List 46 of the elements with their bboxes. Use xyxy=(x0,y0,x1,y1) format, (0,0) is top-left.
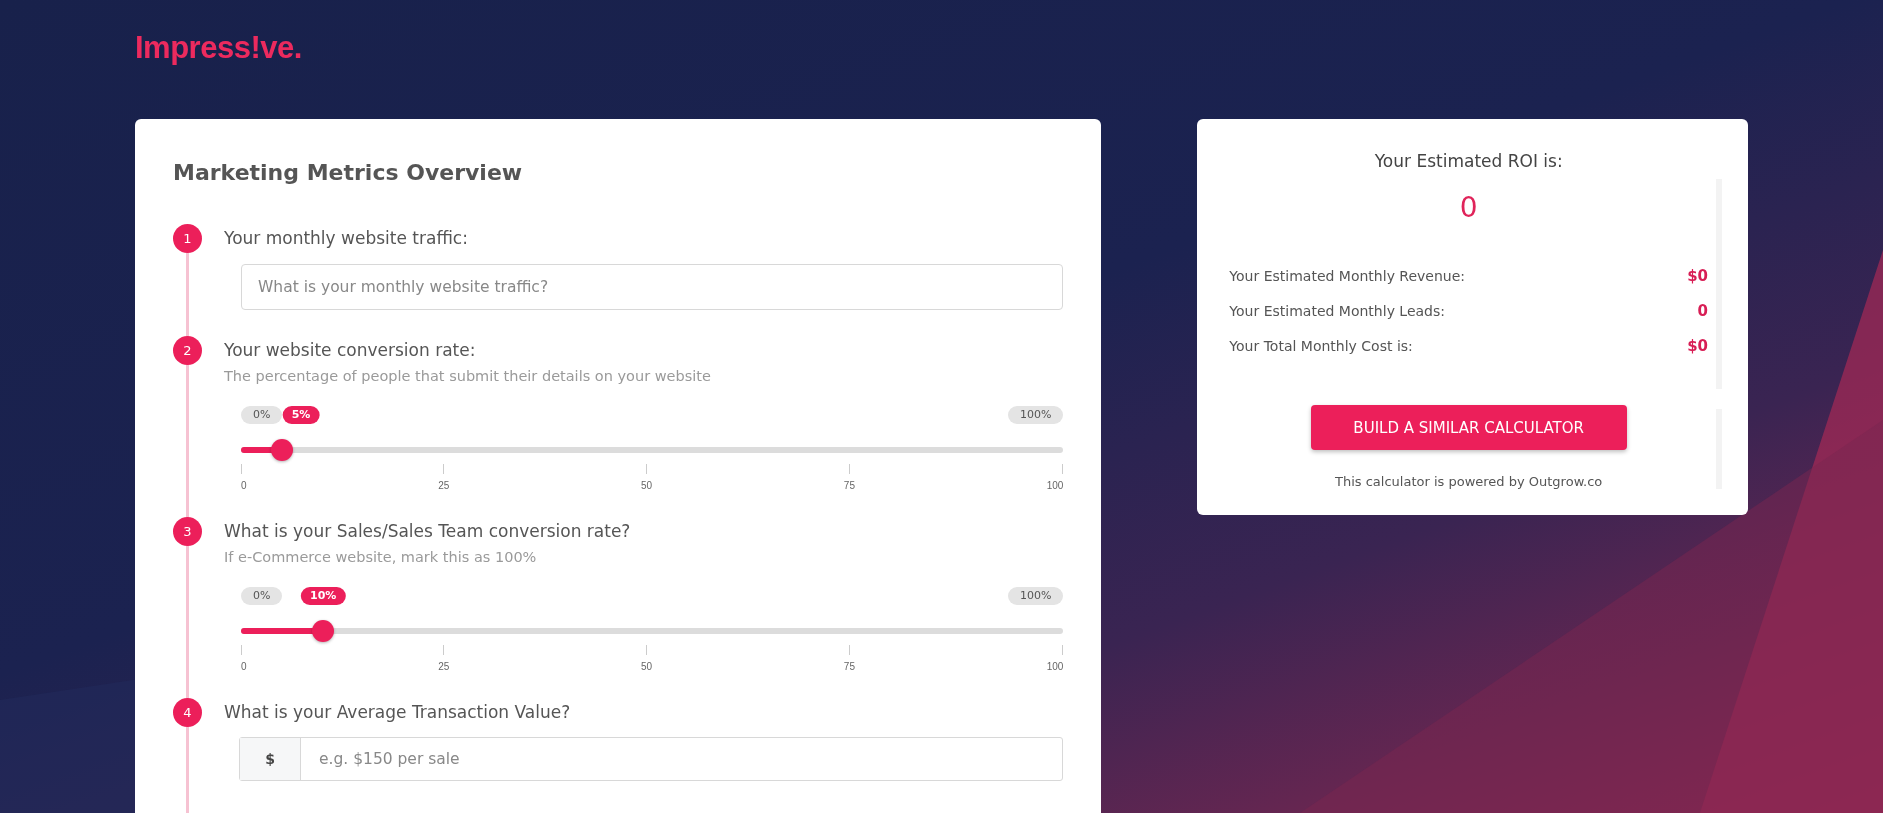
powered-by-text: This calculator is powered by Outgrow.co xyxy=(1334,474,1604,489)
tick-label: 50 xyxy=(641,661,653,672)
tick-label: 100 xyxy=(1046,661,1064,672)
result-value: 0 xyxy=(1697,301,1708,320)
step-number: 2 xyxy=(173,336,202,365)
step-number: 1 xyxy=(173,224,202,253)
min-label: 0% xyxy=(241,587,283,605)
slider-track[interactable] xyxy=(241,439,1064,461)
question-label: Your monthly website traffic: xyxy=(224,227,469,250)
result-value: $0 xyxy=(1687,266,1708,285)
min-label: 0% xyxy=(241,406,283,424)
results-title: Your Estimated ROI is: xyxy=(1373,151,1564,171)
tick-label: 75 xyxy=(843,661,855,672)
step-number: 3 xyxy=(173,517,202,546)
question-label: What is your Average Transaction Value? xyxy=(224,701,572,724)
tick-label: 0 xyxy=(241,480,247,491)
max-label: 100% xyxy=(1007,587,1064,605)
value-label: 5% xyxy=(282,406,320,424)
result-value: $0 xyxy=(1687,336,1708,355)
question-label: What is your Sales/Sales Team conversion rate? xyxy=(224,520,632,543)
step-number: 4 xyxy=(173,698,202,727)
traffic-input[interactable]: What is your monthly website traffic? xyxy=(241,264,1064,310)
question-label: Your website conversion rate: xyxy=(224,339,477,362)
question-hint: If e-Commerce website, mark this as 100% xyxy=(224,549,538,565)
result-label: Your Estimated Monthly Leads: xyxy=(1229,302,1445,319)
roi-value: 0 xyxy=(1458,191,1479,224)
slider-track[interactable] xyxy=(241,620,1064,642)
result-label: Your Total Monthly Cost is: xyxy=(1229,337,1413,354)
tick-label: 25 xyxy=(438,661,450,672)
value-label: 10% xyxy=(301,587,346,605)
slider-thumb[interactable] xyxy=(271,439,294,461)
build-calculator-button[interactable]: BUILD A SIMILAR CALCULATOR xyxy=(1310,405,1627,450)
tick-label: 50 xyxy=(641,480,653,491)
tick-label: 0 xyxy=(241,661,247,672)
slider-thumb[interactable] xyxy=(312,620,335,642)
logo[interactable]: Impress!ve. xyxy=(135,30,302,66)
max-label: 100% xyxy=(1007,406,1064,424)
tick-label: 100 xyxy=(1046,480,1064,491)
tick-label: 75 xyxy=(843,480,855,491)
result-label: Your Estimated Monthly Revenue: xyxy=(1229,267,1466,284)
currency-prefix: $ xyxy=(240,738,301,780)
input-field[interactable]: $ e.g. $150 per sale xyxy=(239,737,1064,781)
tick-label: 25 xyxy=(438,480,450,491)
card-title: Marketing Metrics Overview xyxy=(173,160,524,185)
placeholder-text: e.g. $150 per sale xyxy=(318,749,461,770)
question-hint: The percentage of people that submit their details on your website xyxy=(224,368,712,384)
